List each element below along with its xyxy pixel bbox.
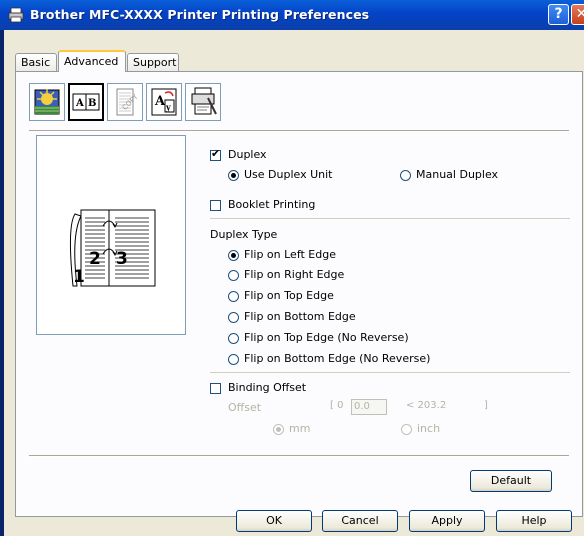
mm-label: mm: [289, 422, 311, 435]
flip-bottom-edge-radio[interactable]: [228, 312, 239, 323]
icon-bar-separator: [29, 130, 569, 132]
device-options-icon: [191, 87, 217, 115]
ok-button[interactable]: OK: [236, 510, 312, 532]
flip-top-edge-label: Flip on Top Edge: [244, 289, 334, 302]
duplex-type-heading: Duplex Type: [210, 228, 278, 241]
close-button[interactable]: ✕: [571, 4, 584, 25]
offset-range-prefix: [ 0: [330, 400, 344, 411]
duplex-checkbox[interactable]: ✔: [210, 147, 221, 161]
mm-radio[interactable]: [273, 424, 284, 435]
manual-duplex-label: Manual Duplex: [416, 168, 499, 181]
flip-right-edge-radio[interactable]: [228, 270, 239, 281]
use-duplex-unit-radio[interactable]: [228, 170, 239, 181]
page-3-label: 3: [116, 249, 128, 269]
booklet-separator: [210, 218, 570, 219]
watermark-icon-button[interactable]: COPY: [107, 83, 143, 121]
color-icon: [34, 89, 60, 115]
help-button[interactable]: Help: [496, 510, 572, 532]
help-title-button[interactable]: ?: [548, 4, 569, 25]
flip-top-edge-no-reverse-radio[interactable]: [228, 333, 239, 344]
dialog-window: Brother MFC-XXXX Printer Printing Prefer…: [0, 0, 584, 536]
page-2-label: 2: [89, 249, 101, 269]
flip-bottom-edge-no-reverse-label: Flip on Bottom Edge (No Reverse): [244, 352, 431, 365]
flip-left-edge-label: Flip on Left Edge: [244, 248, 336, 261]
color-icon-button[interactable]: [29, 83, 65, 121]
print-settings-icon-button[interactable]: A y: [146, 83, 182, 121]
binding-offset-checkbox[interactable]: [210, 383, 221, 394]
offset-label: Offset: [228, 401, 262, 414]
svg-text:B: B: [88, 98, 96, 109]
cancel-button[interactable]: Cancel: [322, 510, 398, 532]
flip-top-edge-no-reverse-label: Flip on Top Edge (No Reverse): [244, 331, 409, 344]
duplex-preview: 1 2 3: [36, 135, 186, 335]
device-options-icon-button[interactable]: [185, 83, 221, 121]
tab-basic[interactable]: Basic: [15, 53, 57, 71]
flip-top-edge-radio[interactable]: [228, 291, 239, 302]
manual-duplex-radio[interactable]: [400, 170, 411, 181]
svg-text:A: A: [75, 98, 84, 109]
dialog-client: Basic Advanced Support A B COPY A y 1 2 …: [4, 30, 584, 536]
print-settings-icon: A y: [151, 88, 177, 116]
binding-offset-label: Binding Offset: [228, 381, 307, 394]
offset-range-suffix: < 203.2: [406, 400, 447, 411]
window-title: Brother MFC-XXXX Printer Printing Prefer…: [30, 7, 370, 22]
booklet-printing-checkbox[interactable]: [210, 200, 221, 211]
svg-text:A: A: [154, 94, 166, 109]
tab-support[interactable]: Support: [127, 53, 179, 71]
offset-value-field[interactable]: 0.0: [351, 399, 387, 415]
title-bar[interactable]: Brother MFC-XXXX Printer Printing Prefer…: [0, 0, 584, 30]
booklet-illustration: 1 2 3: [69, 209, 156, 287]
booklet-printing-label: Booklet Printing: [228, 198, 316, 211]
duplex-label: Duplex: [228, 148, 267, 161]
flip-bottom-edge-no-reverse-radio[interactable]: [228, 354, 239, 365]
svg-text:y: y: [165, 102, 171, 112]
advanced-tab-panel: A B COPY A y 1 2 3 ✔ Duplex Use Duplex U…: [15, 71, 583, 517]
apply-button[interactable]: Apply: [409, 510, 485, 532]
flip-right-edge-label: Flip on Right Edge: [244, 268, 345, 281]
watermark-icon: COPY: [116, 88, 140, 116]
flip-left-edge-radio[interactable]: [228, 250, 239, 261]
page-1-label: 1: [73, 267, 85, 287]
offset-range-end: ]: [484, 400, 488, 411]
inch-label: inch: [417, 422, 441, 435]
flip-bottom-edge-label: Flip on Bottom Edge: [244, 310, 356, 323]
tab-advanced[interactable]: Advanced: [58, 50, 126, 72]
duplex-icon-button[interactable]: A B: [68, 83, 104, 121]
duplex-icon: A B: [72, 93, 100, 111]
printer-icon: [8, 7, 24, 23]
use-duplex-unit-label: Use Duplex Unit: [244, 168, 333, 181]
inch-radio[interactable]: [401, 424, 412, 435]
duplex-type-separator: [210, 372, 570, 373]
bottom-separator: [29, 455, 569, 457]
default-button[interactable]: Default: [470, 470, 552, 492]
